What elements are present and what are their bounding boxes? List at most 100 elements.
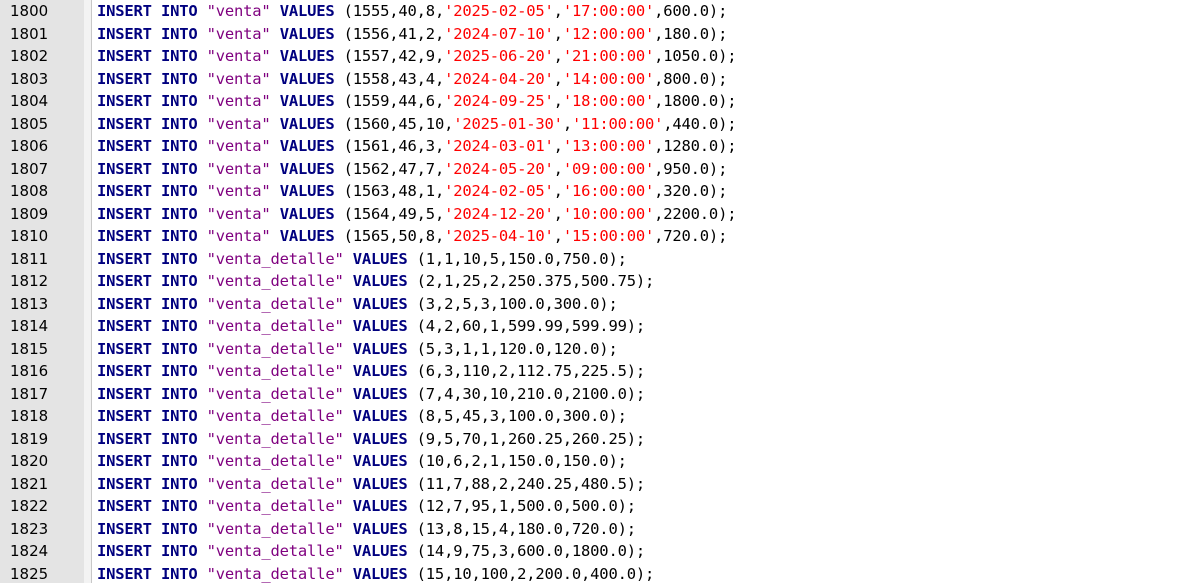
code-line[interactable]: 1811 INSERT INTO "venta_detalle" VALUES (… — [0, 248, 1184, 271]
values-head: (10,6,2,1,150.0,150.0); — [416, 452, 627, 470]
code-line[interactable]: 1802 INSERT INTO "venta" VALUES (1557,42,… — [0, 45, 1184, 68]
code-line[interactable]: 1813 INSERT INTO "venta_detalle" VALUES (… — [0, 293, 1184, 316]
code-line[interactable]: 1801 INSERT INTO "venta" VALUES (1556,41,… — [0, 23, 1184, 46]
code-line[interactable]: 1825 INSERT INTO "venta_detalle" VALUES (… — [0, 563, 1184, 583]
code-text: INSERT INTO "venta" VALUES (1559,44,6,'2… — [97, 90, 737, 113]
code-line[interactable]: 1800 INSERT INTO "venta" VALUES (1555,40,… — [0, 0, 1184, 23]
code-line[interactable]: 1817 INSERT INTO "venta_detalle" VALUES (… — [0, 383, 1184, 406]
keyword-values: VALUES — [352, 519, 408, 538]
code-text: INSERT INTO "venta_detalle" VALUES (1,1,… — [97, 248, 627, 271]
code-area[interactable]: 1800 INSERT INTO "venta" VALUES (1555,40,… — [0, 0, 1184, 583]
code-line[interactable]: 1821 INSERT INTO "venta_detalle" VALUES (… — [0, 473, 1184, 496]
time-string: '15:00:00' — [562, 227, 655, 245]
keyword-insert: INSERT — [97, 137, 152, 155]
values-tail: ,720.0); — [654, 227, 728, 245]
keyword-values: VALUES — [352, 317, 408, 335]
keyword-values: VALUES — [352, 452, 408, 470]
time-string: '16:00:00' — [562, 182, 655, 200]
values-head: (15,10,100,2,200.0,400.0); — [416, 564, 655, 583]
code-editor[interactable]: 1800 INSERT INTO "venta" VALUES (1555,40,… — [0, 0, 1184, 583]
code-line[interactable]: 1816 INSERT INTO "venta_detalle" VALUES (… — [0, 360, 1184, 383]
keyword-into: INTO — [160, 407, 198, 425]
line-number: 1818 — [10, 407, 49, 425]
date-string: '2025-02-05' — [444, 2, 554, 20]
keyword-into: INTO — [160, 69, 198, 88]
date-string: '2024-07-10' — [444, 24, 554, 43]
code-text: INSERT INTO "venta_detalle" VALUES (13,8… — [97, 518, 636, 541]
keyword-insert: INSERT — [97, 69, 152, 88]
values-head: (11,7,88,2,240.25,480.5); — [416, 474, 645, 493]
line-number: 1822 — [10, 497, 49, 515]
keyword-into: INTO — [160, 249, 198, 268]
code-line[interactable]: 1803 INSERT INTO "venta" VALUES (1558,43,… — [0, 68, 1184, 91]
code-line[interactable]: 1814 INSERT INTO "venta_detalle" VALUES (… — [0, 315, 1184, 338]
code-line[interactable]: 1810 INSERT INTO "venta" VALUES (1565,50,… — [0, 225, 1184, 248]
code-text: INSERT INTO "venta_detalle" VALUES (3,2,… — [97, 293, 618, 316]
values-tail: ,1280.0); — [654, 137, 737, 155]
code-line[interactable]: 1809 INSERT INTO "venta" VALUES (1564,49,… — [0, 203, 1184, 226]
keyword-values: VALUES — [352, 362, 408, 380]
line-number: 1819 — [10, 429, 49, 448]
code-line[interactable]: 1808 INSERT INTO "venta" VALUES (1563,48,… — [0, 180, 1184, 203]
values-tail: ,2200.0); — [654, 204, 737, 223]
separator: , — [553, 24, 563, 43]
code-line[interactable]: 1822 INSERT INTO "venta_detalle" VALUES (… — [0, 495, 1184, 518]
code-line[interactable]: 1820 INSERT INTO "venta_detalle" VALUES (… — [0, 450, 1184, 473]
table-name: "venta_detalle" — [206, 452, 344, 470]
code-line[interactable]: 1806 INSERT INTO "venta" VALUES (1561,46,… — [0, 135, 1184, 158]
values-tail: ,180.0); — [654, 24, 728, 43]
keyword-insert: INSERT — [97, 92, 152, 110]
date-string: '2024-12-20' — [444, 204, 554, 223]
keyword-insert: INSERT — [97, 159, 152, 178]
code-line[interactable]: 1805 INSERT INTO "venta" VALUES (1560,45,… — [0, 113, 1184, 136]
values-head: (1555,40,8, — [343, 2, 445, 20]
code-line[interactable]: 1819 INSERT INTO "venta_detalle" VALUES (… — [0, 428, 1184, 451]
line-number: 1814 — [10, 317, 49, 335]
code-line[interactable]: 1804 INSERT INTO "venta" VALUES (1559,44,… — [0, 90, 1184, 113]
code-line[interactable]: 1815 INSERT INTO "venta_detalle" VALUES (… — [0, 338, 1184, 361]
keyword-values: VALUES — [279, 159, 335, 178]
values-head: (1564,49,5, — [343, 204, 445, 223]
code-line[interactable]: 1818 INSERT INTO "venta_detalle" VALUES (… — [0, 405, 1184, 428]
code-line[interactable]: 1823 INSERT INTO "venta_detalle" VALUES (… — [0, 518, 1184, 541]
keyword-into: INTO — [160, 204, 198, 223]
code-line[interactable]: 1824 INSERT INTO "venta_detalle" VALUES (… — [0, 540, 1184, 563]
keyword-into: INTO — [160, 182, 198, 200]
values-head: (8,5,45,3,100.0,300.0); — [416, 407, 627, 425]
code-line[interactable]: 1812 INSERT INTO "venta_detalle" VALUES (… — [0, 270, 1184, 293]
code-text: INSERT INTO "venta" VALUES (1565,50,8,'2… — [97, 225, 727, 248]
line-number: 1817 — [10, 384, 49, 403]
time-string: '09:00:00' — [562, 159, 655, 178]
keyword-into: INTO — [160, 114, 198, 133]
code-text: INSERT INTO "venta_detalle" VALUES (10,6… — [97, 450, 627, 473]
table-name: "venta_detalle" — [206, 294, 344, 313]
code-line[interactable]: 1807 INSERT INTO "venta" VALUES (1562,47,… — [0, 158, 1184, 181]
